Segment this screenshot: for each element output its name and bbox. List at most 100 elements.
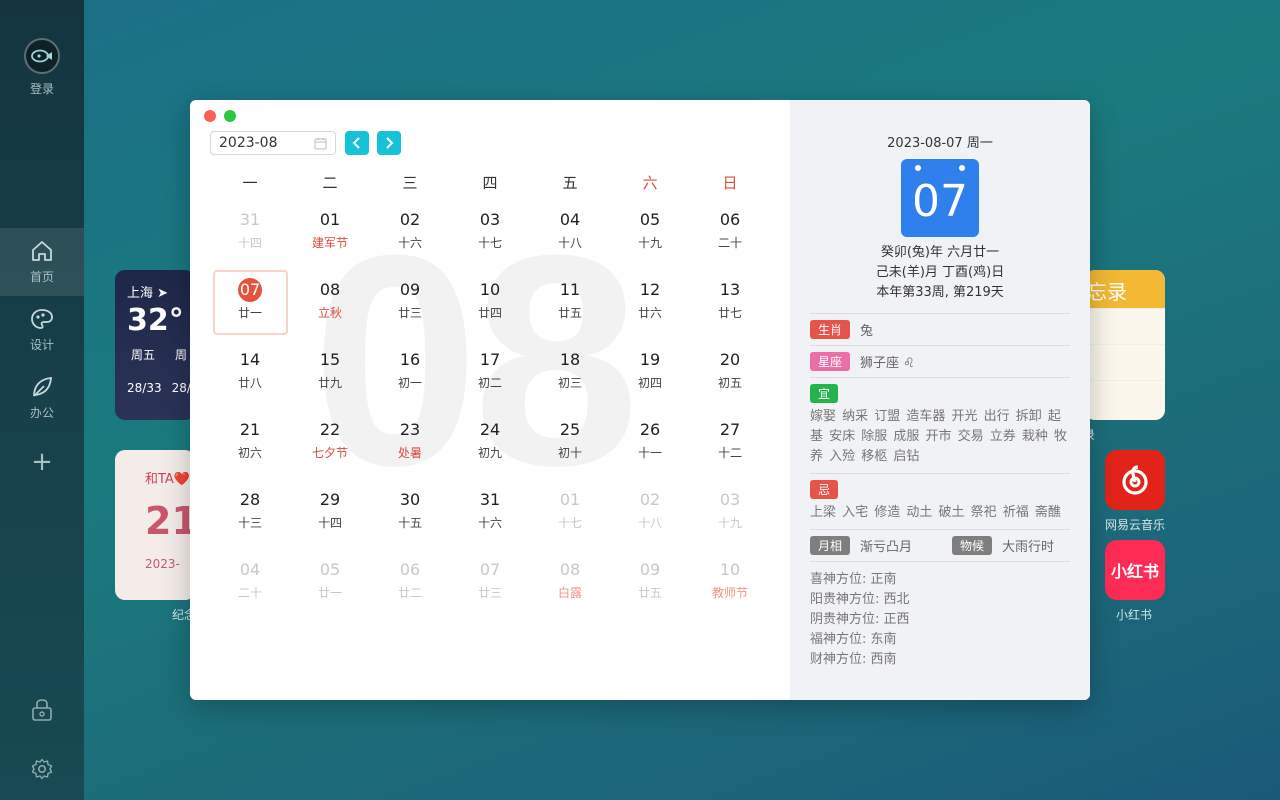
weekday-label: 日 (722, 174, 738, 192)
day-cell[interactable]: 04 二十 (210, 550, 290, 620)
lunar-day-label: 十二 (717, 446, 742, 460)
day-cell[interactable]: 12 廿六 (610, 270, 690, 340)
day-cell[interactable]: 21 初六 (210, 410, 290, 480)
xiaohongshu-app[interactable]: 小红书 (1105, 540, 1165, 600)
suitable-activities: 嫁娶 纳采 订盟 造车器 开光 出行 拆卸 起基 安床 除服 成服 开市 交易 … (810, 409, 1068, 464)
day-cell[interactable]: 15 廿九 (290, 340, 370, 410)
day-cell[interactable]: 31 十四 (210, 200, 290, 270)
direction-line: 喜神方位: 正南 (810, 572, 897, 587)
constellation-value: 狮子座 ♌ (860, 356, 915, 371)
day-number: 12 (639, 280, 661, 299)
lunar-day-label: 二十 (717, 236, 742, 250)
lunar-day-label: 初九 (477, 446, 502, 460)
home-icon (32, 241, 52, 261)
day-cell[interactable]: 23 处暑 (370, 410, 450, 480)
selected-day-cell[interactable]: 07 廿一 (210, 270, 290, 340)
day-cell[interactable]: 07 廿三 (450, 550, 530, 620)
day-cell[interactable]: 05 廿一 (290, 550, 370, 620)
day-cell[interactable]: 02 十八 (610, 480, 690, 550)
sidebar-item-home[interactable]: 首页 (0, 228, 84, 296)
day-number: 24 (479, 420, 501, 439)
settings-button[interactable] (0, 758, 84, 784)
lunar-day-label: 十三 (237, 516, 262, 530)
day-cell[interactable]: 19 初四 (610, 340, 690, 410)
netease-music-icon (1122, 465, 1148, 495)
weekday-label: 六 (642, 174, 658, 192)
app-label: 网易云音乐 (1105, 518, 1166, 532)
palette-icon (31, 309, 53, 329)
day-number: 11 (559, 280, 581, 299)
day-cell[interactable]: 16 初一 (370, 340, 450, 410)
day-cell[interactable]: 02 十六 (370, 200, 450, 270)
calendar-week-row: 28 十三 29 十四 30 十五 31 十六 01 十七 02 十八 03 十九 (210, 480, 770, 550)
calendar-week-row: 31 十四 01 建军节 02 十六 03 十七 04 十八 05 十九 06 二十 (210, 200, 770, 270)
day-number: 26 (639, 420, 661, 439)
calendar-window: 2023-08 08 一 二 三 四 五 六 日 31 十四 01 建军节 02 十六 03 十七 04 十八… (190, 100, 1090, 700)
day-cell[interactable]: 24 初九 (450, 410, 530, 480)
day-cell[interactable]: 03 十七 (450, 200, 530, 270)
chevron-right-icon (386, 137, 394, 149)
lunar-day-label: 廿三 (477, 586, 502, 600)
lunar-day-label: 廿九 (317, 376, 342, 390)
location-arrow-icon: ➤ (157, 286, 169, 301)
moon-phase-value: 渐亏凸月 (860, 540, 913, 555)
day-cell[interactable]: 26 十一 (610, 410, 690, 480)
sidebar-item-design[interactable]: 设计 (0, 296, 84, 364)
memo-widget[interactable]: 忘录 (1085, 270, 1165, 420)
prev-month-button[interactable] (345, 131, 369, 155)
sidebar-item-label: 办公 (29, 406, 54, 420)
day-cell[interactable]: 03 十九 (690, 480, 770, 550)
day-cell[interactable]: 14 廿八 (210, 340, 290, 410)
lunar-day-label: 初六 (237, 446, 262, 460)
app-label: 小红书 (1116, 608, 1153, 622)
anniversary-widget[interactable]: 和TA❤️ 21 2023- (115, 450, 195, 600)
day-cell[interactable]: 10 廿四 (450, 270, 530, 340)
day-cell[interactable]: 06 廿二 (370, 550, 450, 620)
lunar-day-label: 十五 (397, 516, 422, 530)
day-cell[interactable]: 17 初二 (450, 340, 530, 410)
month-picker-input[interactable]: 2023-08 (210, 131, 336, 155)
day-cell[interactable]: 01 十七 (530, 480, 610, 550)
day-cell[interactable]: 31 十六 (450, 480, 530, 550)
lunar-day-label: 十八 (557, 236, 582, 250)
day-cell[interactable]: 30 十五 (370, 480, 450, 550)
phenology-tag: 物候 (952, 536, 993, 555)
leaf-icon (33, 377, 52, 397)
login-button[interactable]: 登录 (0, 38, 84, 97)
day-cell[interactable]: 20 初五 (690, 340, 770, 410)
lock-button[interactable] (0, 698, 84, 726)
lunar-day-label: 初三 (557, 376, 582, 390)
day-cell[interactable]: 22 七夕节 (290, 410, 370, 480)
weather-range: 28/ (171, 381, 191, 395)
day-cell[interactable]: 08 立秋 (290, 270, 370, 340)
week-day-line: 本年第33周, 第219天 (876, 285, 1004, 300)
login-label: 登录 (29, 82, 54, 96)
day-cell[interactable]: 18 初三 (530, 340, 610, 410)
day-cell[interactable]: 08 白露 (530, 550, 610, 620)
day-number: 16 (399, 350, 421, 369)
day-cell[interactable]: 13 廿七 (690, 270, 770, 340)
close-button[interactable] (204, 110, 216, 122)
day-cell[interactable]: 01 建军节 (290, 200, 370, 270)
day-cell[interactable]: 28 十三 (210, 480, 290, 550)
day-cell[interactable]: 09 廿三 (370, 270, 450, 340)
day-number: 30 (399, 490, 421, 509)
day-cell[interactable]: 29 十四 (290, 480, 370, 550)
day-cell[interactable]: 25 初十 (530, 410, 610, 480)
netease-music-app[interactable] (1105, 450, 1165, 510)
day-cell[interactable]: 11 廿五 (530, 270, 610, 340)
day-number: 31 (239, 210, 261, 229)
day-cell[interactable]: 09 廿五 (610, 550, 690, 620)
maximize-button[interactable] (224, 110, 236, 122)
day-cell[interactable]: 04 十八 (530, 200, 610, 270)
day-number: 18 (559, 350, 581, 369)
weather-widget[interactable]: 上海 ➤ 32° 周五 周 28/33 28/ (115, 270, 195, 420)
day-cell[interactable]: 27 十二 (690, 410, 770, 480)
next-month-button[interactable] (377, 131, 401, 155)
day-cell[interactable]: 10 教师节 (690, 550, 770, 620)
add-icon[interactable]: + (0, 448, 84, 476)
day-cell[interactable]: 06 二十 (690, 200, 770, 270)
constellation-tag: 星座 (810, 352, 851, 371)
day-cell[interactable]: 05 十九 (610, 200, 690, 270)
sidebar-item-office[interactable]: 办公 (0, 364, 84, 432)
